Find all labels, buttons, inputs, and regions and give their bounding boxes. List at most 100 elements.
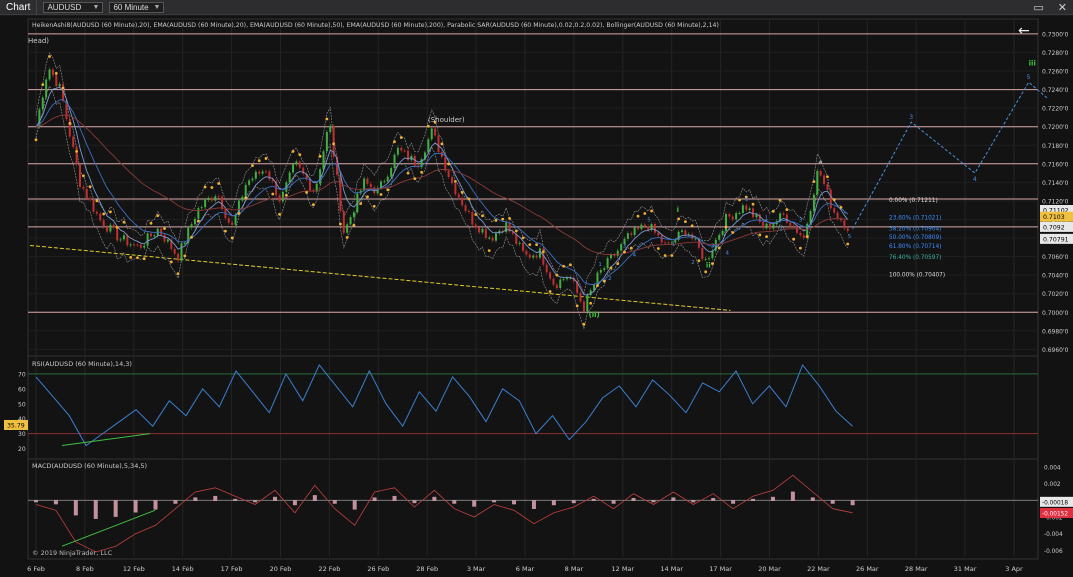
sar-dot: [325, 117, 329, 121]
candle: [329, 125, 332, 132]
close-icon[interactable]: ✕: [1058, 1, 1067, 14]
candle: [626, 233, 629, 239]
sar-dot: [88, 185, 92, 189]
candle: [72, 136, 75, 147]
sar-dot: [413, 177, 417, 181]
sar-dot: [136, 256, 139, 260]
projection-wave-label: 5: [1027, 74, 1031, 81]
candle: [349, 217, 352, 225]
chart-tab[interactable]: Chart: [0, 0, 38, 15]
candle: [197, 208, 200, 219]
candle: [160, 228, 163, 235]
macd-histogram-bar: [213, 495, 218, 501]
sar-dot: [109, 210, 112, 214]
sar-dot: [48, 55, 51, 58]
sar-dot: [447, 162, 451, 166]
interval-select[interactable]: 60 Minute ▼: [109, 1, 165, 13]
candle: [241, 196, 244, 201]
sar-dot: [163, 227, 166, 230]
sar-dot: [393, 140, 396, 144]
candle: [464, 205, 467, 211]
sar-dot: [562, 264, 566, 268]
sar-dot: [339, 222, 342, 226]
x-axis-label: 12 Feb: [123, 565, 145, 573]
macd-histogram-bar: [372, 497, 377, 501]
candle: [325, 131, 328, 152]
candle: [119, 239, 122, 241]
candle: [251, 178, 254, 181]
candle: [143, 245, 146, 248]
candle: [244, 184, 247, 197]
macd-histogram-bar: [591, 498, 596, 501]
candle: [836, 212, 839, 219]
candle: [681, 230, 684, 232]
symbol-select[interactable]: AUDUSD ▼: [43, 1, 104, 13]
chart-svg[interactable]: 3450.00% (0.71211)23.60% (0.71021)38.20%…: [0, 16, 1073, 577]
sar-dot: [697, 259, 701, 263]
macd-histogram-bar: [332, 500, 337, 504]
candle: [149, 233, 152, 237]
x-axis-label: 8 Feb: [76, 565, 94, 573]
candle: [369, 183, 372, 188]
macd-badge-text: -0.00152: [1042, 512, 1068, 518]
candle: [254, 171, 257, 179]
macd-histogram-bar: [492, 500, 497, 503]
candle: [386, 176, 389, 182]
candle: [366, 178, 369, 184]
sar-dot: [176, 272, 180, 276]
x-axis-label: 22 Feb: [318, 565, 340, 573]
macd-histogram-bar: [790, 491, 795, 501]
candle: [393, 154, 396, 169]
minor-wave-label: 3: [711, 243, 715, 249]
candle: [538, 248, 541, 258]
macd-histogram-bar: [711, 498, 716, 501]
candle: [383, 181, 386, 183]
candle: [660, 235, 663, 243]
price-tick-label: 0.7000'0: [1042, 310, 1069, 317]
sar-dot: [792, 237, 796, 241]
candle: [467, 210, 470, 212]
maximize-icon[interactable]: ▭: [1033, 1, 1043, 14]
macd-histogram-bar: [173, 500, 178, 504]
back-arrow-icon[interactable]: ←: [1018, 23, 1030, 39]
wave-label: (ii): [589, 311, 600, 319]
projection-wave-label: 4: [973, 176, 977, 183]
projection-wave-label: 3: [909, 114, 913, 121]
macd-histogram-bar: [731, 500, 736, 504]
sar-dot: [636, 214, 640, 218]
price-tick-label: 0.7240'0: [1042, 87, 1069, 94]
x-axis-label: 17 Mar: [709, 565, 732, 573]
sar-dot: [771, 209, 775, 213]
interval-value: 60 Minute: [113, 2, 149, 12]
minor-wave-label: 2: [608, 276, 612, 282]
candle: [122, 235, 125, 240]
rsi-legend: RSI(AUDUSD (60 Minute),14,3): [32, 360, 132, 368]
candle: [261, 171, 264, 174]
candle: [221, 196, 224, 210]
price-tick-label: 0.6960'0: [1042, 347, 1069, 354]
candle: [582, 301, 585, 312]
sar-dot: [487, 249, 491, 253]
sar-dot: [426, 124, 430, 128]
candle: [833, 208, 836, 213]
sar-dot: [805, 235, 809, 239]
candle: [748, 208, 751, 210]
macd-badge-text: -0.00018: [1042, 500, 1068, 506]
candle: [647, 226, 650, 230]
fib-level-label: 38.20% (0.70904): [889, 226, 941, 232]
candle: [494, 233, 497, 241]
price-tick-label: 0.7300'0: [1042, 31, 1069, 38]
sar-dot: [257, 159, 261, 163]
fib-level-label: 61.80% (0.70714): [889, 244, 941, 250]
candle: [447, 170, 450, 177]
sar-dot: [372, 204, 376, 208]
macd-histogram-bar: [770, 496, 775, 501]
fib-level-label: 0.00% (0.71211): [889, 198, 938, 204]
sar-dot: [812, 180, 816, 184]
sar-dot: [474, 213, 478, 216]
candle: [41, 97, 44, 110]
candle: [721, 230, 724, 235]
minor-wave-label: 5: [848, 234, 852, 240]
candle: [630, 233, 633, 235]
candle: [745, 205, 748, 210]
